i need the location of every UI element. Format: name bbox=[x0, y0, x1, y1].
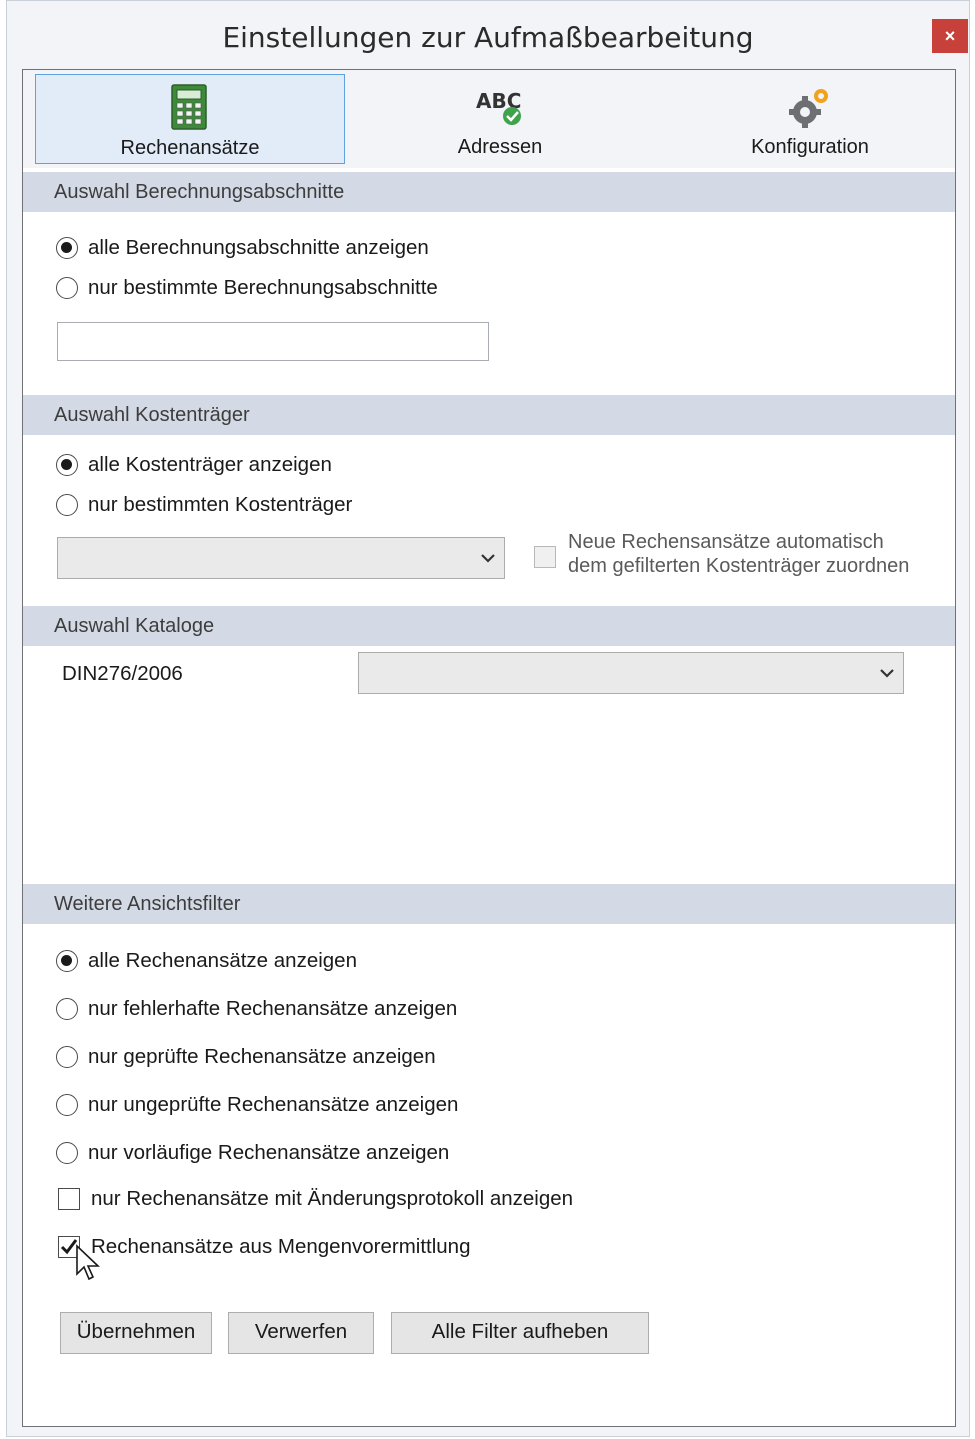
radio-ungepruefte-rechenansaetze[interactable]: nur ungeprüfte Rechenansätze anzeigen bbox=[56, 1093, 458, 1117]
radio-circle[interactable] bbox=[56, 1046, 78, 1068]
checkbox-mengenvorermittlung[interactable]: Rechenansätze aus Mengenvorermittlung bbox=[58, 1235, 470, 1259]
discard-button[interactable]: Verwerfen bbox=[228, 1312, 374, 1354]
radio-label: nur bestimmten Kostenträger bbox=[88, 493, 353, 516]
clear-filters-button[interactable]: Alle Filter aufheben bbox=[391, 1312, 649, 1354]
section-title: Auswahl Kostenträger bbox=[54, 404, 250, 426]
radio-alle-kostentraeger[interactable]: alle Kostenträger anzeigen bbox=[56, 453, 332, 477]
radio-circle[interactable] bbox=[56, 998, 78, 1020]
radio-label: nur vorläufige Rechenansätze anzeigen bbox=[88, 1141, 450, 1164]
radio-label: alle Rechenansätze anzeigen bbox=[88, 949, 357, 972]
catalog-label: DIN276/2006 bbox=[62, 662, 183, 685]
section-title: Weitere Ansichtsfilter bbox=[54, 893, 241, 915]
auto-assign-label: Neue Rechensansätze automatisch dem gefi… bbox=[568, 530, 909, 578]
radio-label: nur bestimmte Berechnungsabschnitte bbox=[88, 276, 438, 299]
radio-circle[interactable] bbox=[56, 494, 78, 516]
checkbox-label: Rechenansätze aus Mengenvorermittlung bbox=[91, 1235, 471, 1258]
checkbox-aenderungsprotokoll[interactable]: nur Rechenansätze mit Änderungsprotokoll… bbox=[58, 1187, 573, 1211]
berechnungsabschnitte-input[interactable] bbox=[57, 322, 489, 361]
section-header-berechnungsabschnitte: Auswahl Berechnungsabschnitte bbox=[23, 172, 955, 212]
radio-bestimmte-kostentraeger[interactable]: nur bestimmten Kostenträger bbox=[56, 493, 352, 517]
radio-circle[interactable] bbox=[56, 1142, 78, 1164]
radio-fehlerhafte-rechenansaetze[interactable]: nur fehlerhafte Rechenansätze anzeigen bbox=[56, 997, 457, 1021]
calculator-icon bbox=[171, 84, 207, 130]
radio-gepruefte-rechenansaetze[interactable]: nur geprüfte Rechenansätze anzeigen bbox=[56, 1045, 436, 1069]
checkbox-box[interactable] bbox=[534, 546, 556, 568]
checkbox-box[interactable] bbox=[58, 1188, 80, 1210]
settings-window: Einstellungen zur Aufmaßbearbeitung × Re… bbox=[6, 0, 970, 1437]
catalog-select[interactable] bbox=[358, 652, 904, 694]
close-button[interactable]: × bbox=[932, 19, 968, 53]
tab-label: Adressen bbox=[457, 136, 543, 158]
radio-alle-rechenansaetze[interactable]: alle Rechenansätze anzeigen bbox=[56, 949, 357, 973]
tab-bar: Rechenansätze ABC Adressen Konfiguration bbox=[23, 70, 955, 168]
section-title: Auswahl Kataloge bbox=[54, 615, 215, 637]
tab-konfiguration[interactable]: Konfiguration bbox=[655, 74, 965, 164]
radio-label: alle Berechnungsabschnitte anzeigen bbox=[88, 236, 429, 259]
title-bar: Einstellungen zur Aufmaßbearbeitung × bbox=[7, 1, 969, 71]
radio-label: alle Kostenträger anzeigen bbox=[88, 453, 332, 476]
radio-circle[interactable] bbox=[56, 950, 78, 972]
section-header-ansichtsfilter: Weitere Ansichtsfilter bbox=[23, 884, 955, 924]
window-title: Einstellungen zur Aufmaßbearbeitung bbox=[222, 21, 754, 54]
settings-panel: Rechenansätze ABC Adressen Konfiguration… bbox=[22, 69, 956, 1427]
abc-spellcheck-icon: ABC bbox=[476, 89, 521, 125]
chevron-down-icon bbox=[880, 669, 894, 678]
auto-assign-label-line2: dem gefilterten Kostenträger zuordnen bbox=[568, 555, 910, 577]
radio-circle[interactable] bbox=[56, 277, 78, 299]
radio-label: nur ungeprüfte Rechenansätze anzeigen bbox=[88, 1093, 459, 1116]
checkbox-label: nur Rechenansätze mit Änderungsprotokoll… bbox=[91, 1187, 574, 1210]
tab-rechenansaetze[interactable]: Rechenansätze bbox=[35, 74, 345, 164]
tab-label: Konfiguration bbox=[751, 136, 869, 158]
radio-circle[interactable] bbox=[56, 237, 78, 259]
section-header-kostentraeger: Auswahl Kostenträger bbox=[23, 395, 955, 435]
section-header-kataloge: Auswahl Kataloge bbox=[23, 606, 955, 646]
radio-bestimmte-berechnungsabschnitte[interactable]: nur bestimmte Berechnungsabschnitte bbox=[56, 276, 438, 300]
radio-label: nur geprüfte Rechenansätze anzeigen bbox=[88, 1045, 436, 1068]
chevron-down-icon bbox=[481, 554, 495, 563]
auto-assign-checkbox[interactable] bbox=[534, 546, 567, 568]
tab-adressen[interactable]: ABC Adressen bbox=[345, 74, 655, 164]
mouse-pointer-icon bbox=[76, 1244, 100, 1281]
tab-label: Rechenansätze bbox=[120, 137, 260, 159]
radio-vorlaeufige-rechenansaetze[interactable]: nur vorläufige Rechenansätze anzeigen bbox=[56, 1141, 449, 1165]
radio-circle[interactable] bbox=[56, 454, 78, 476]
kostentraeger-select[interactable] bbox=[57, 537, 505, 579]
auto-assign-label-line1: Neue Rechensansätze automatisch bbox=[568, 531, 884, 553]
radio-alle-berechnungsabschnitte[interactable]: alle Berechnungsabschnitte anzeigen bbox=[56, 236, 429, 260]
radio-label: nur fehlerhafte Rechenansätze anzeigen bbox=[88, 997, 458, 1020]
section-title: Auswahl Berechnungsabschnitte bbox=[54, 181, 345, 203]
radio-circle[interactable] bbox=[56, 1094, 78, 1116]
gears-icon bbox=[789, 89, 828, 128]
apply-button[interactable]: Übernehmen bbox=[60, 1312, 212, 1354]
